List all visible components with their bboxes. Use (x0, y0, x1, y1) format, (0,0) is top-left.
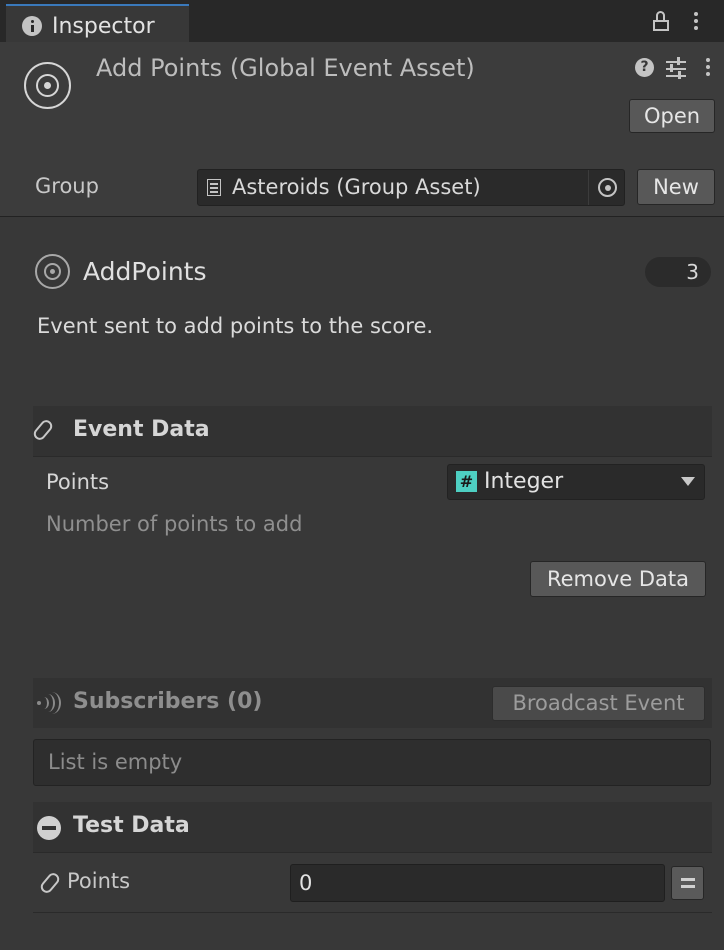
event-asset-target-icon (24, 62, 71, 109)
points-field-description: Number of points to add (46, 512, 303, 536)
group-value: Asteroids (Group Asset) (232, 175, 481, 199)
minus-circle-icon (37, 816, 61, 840)
tab-inspector[interactable]: Inspector (6, 4, 189, 42)
subscriber-count-badge: 3 (645, 257, 711, 287)
empty-list-text: List is empty (48, 750, 183, 774)
group-label: Group (35, 174, 99, 198)
subscribers-list: List is empty (33, 739, 711, 786)
dropdown-caret-icon (681, 477, 695, 486)
new-group-button[interactable]: New (637, 169, 715, 205)
test-data-title: Test Data (73, 813, 190, 838)
asset-title: Add Points (Global Event Asset) (96, 54, 475, 82)
points-field-label: Points (46, 470, 110, 494)
paperclip-icon (31, 417, 55, 443)
remove-data-button[interactable]: Remove Data (530, 561, 706, 597)
integer-type-icon: # (456, 471, 477, 492)
test-data-header[interactable]: Test Data (33, 802, 712, 852)
points-type-dropdown[interactable]: # Integer (447, 464, 705, 500)
event-data-header[interactable]: Event Data (31, 406, 712, 456)
event-data-title: Event Data (73, 417, 210, 442)
info-icon (22, 16, 42, 36)
help-icon[interactable]: ? (635, 58, 654, 77)
asset-menu-kebab-icon[interactable] (706, 58, 710, 79)
group-object-field[interactable]: Asteroids (Group Asset) (197, 169, 625, 206)
test-points-label: Points (67, 869, 131, 893)
subscribers-title: Subscribers (0) (73, 689, 263, 714)
test-points-value: 0 (299, 871, 313, 895)
open-button[interactable]: Open (629, 99, 715, 133)
presets-sliders-icon[interactable] (666, 57, 686, 79)
lock-icon[interactable] (653, 11, 669, 31)
event-target-icon (35, 254, 70, 289)
signal-icon (37, 692, 63, 714)
tab-bar: Inspector (0, 0, 724, 42)
object-picker-icon[interactable] (598, 178, 617, 197)
test-points-input[interactable]: 0 (290, 864, 665, 902)
equals-icon (681, 878, 695, 881)
group-asset-list-icon (207, 179, 221, 196)
equals-button[interactable] (671, 866, 704, 900)
tab-menu-kebab-icon[interactable] (694, 12, 698, 33)
points-type-value: Integer (484, 469, 564, 494)
paperclip-icon (38, 870, 62, 896)
event-description: Event sent to add points to the score. (37, 314, 434, 338)
event-name: AddPoints (83, 257, 207, 286)
broadcast-event-button[interactable]: Broadcast Event (492, 686, 705, 721)
tab-title: Inspector (52, 14, 155, 39)
